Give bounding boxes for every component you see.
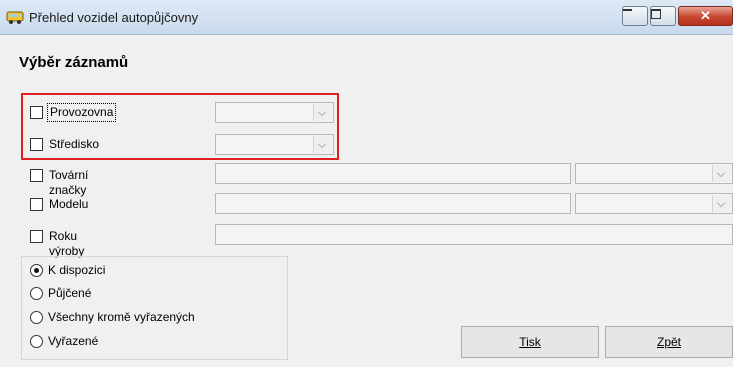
znacky-field[interactable]: [215, 163, 571, 184]
checkbox-stredisko[interactable]: [30, 138, 43, 151]
checkbox-label-znacky[interactable]: Tovární značky: [47, 167, 90, 199]
back-button[interactable]: Zpět: [605, 326, 733, 358]
znacky-select[interactable]: [575, 163, 733, 184]
radio-vsechny[interactable]: [30, 311, 43, 324]
radio-label-pujcene[interactable]: Půjčené: [48, 286, 91, 300]
title-bar: Přehled vozidel autopůjčovny ✕: [0, 0, 733, 35]
minimize-button[interactable]: [622, 6, 648, 26]
modelu-field[interactable]: [215, 193, 571, 214]
checkbox-roku-vyroby[interactable]: [30, 230, 43, 243]
radio-label-k-dispozici[interactable]: K dispozici: [48, 263, 105, 277]
checkbox-modelu[interactable]: [30, 198, 43, 211]
modelu-select[interactable]: [575, 193, 733, 214]
radio-label-vyrazene[interactable]: Vyřazené: [48, 334, 98, 348]
minimize-icon: [623, 9, 632, 11]
radio-vyrazene[interactable]: [30, 335, 43, 348]
provozovna-select[interactable]: [215, 102, 334, 123]
chevron-down-icon[interactable]: [313, 136, 332, 153]
roku-vyroby-field[interactable]: [215, 224, 733, 245]
checkbox-label-stredisko[interactable]: Středisko: [47, 136, 101, 153]
maximize-icon: [651, 9, 661, 19]
radio-label-vsechny[interactable]: Všechny kromě vyřazených: [48, 310, 195, 324]
back-button-label: Zpět: [656, 335, 681, 349]
window-title: Přehled vozidel autopůjčovny: [29, 10, 199, 25]
radio-pujcene[interactable]: [30, 287, 43, 300]
print-button-label: Tisk: [519, 335, 541, 349]
close-icon: ✕: [700, 8, 711, 23]
car-icon: [6, 11, 24, 24]
print-button[interactable]: Tisk: [461, 326, 599, 358]
checkbox-provozovna[interactable]: [30, 106, 43, 119]
section-title: Výběr záznamů: [19, 54, 129, 71]
checkbox-znacky[interactable]: [30, 169, 43, 182]
maximize-button[interactable]: [650, 6, 676, 26]
chevron-down-icon[interactable]: [712, 195, 731, 212]
checkbox-label-provozovna[interactable]: Provozovna: [47, 103, 117, 122]
radio-k-dispozici[interactable]: [30, 264, 43, 277]
chevron-down-icon[interactable]: [313, 104, 332, 121]
chevron-down-icon[interactable]: [712, 165, 731, 182]
stredisko-select[interactable]: [215, 134, 334, 155]
close-button[interactable]: ✕: [678, 6, 733, 26]
checkbox-label-modelu[interactable]: Modelu: [47, 196, 90, 213]
